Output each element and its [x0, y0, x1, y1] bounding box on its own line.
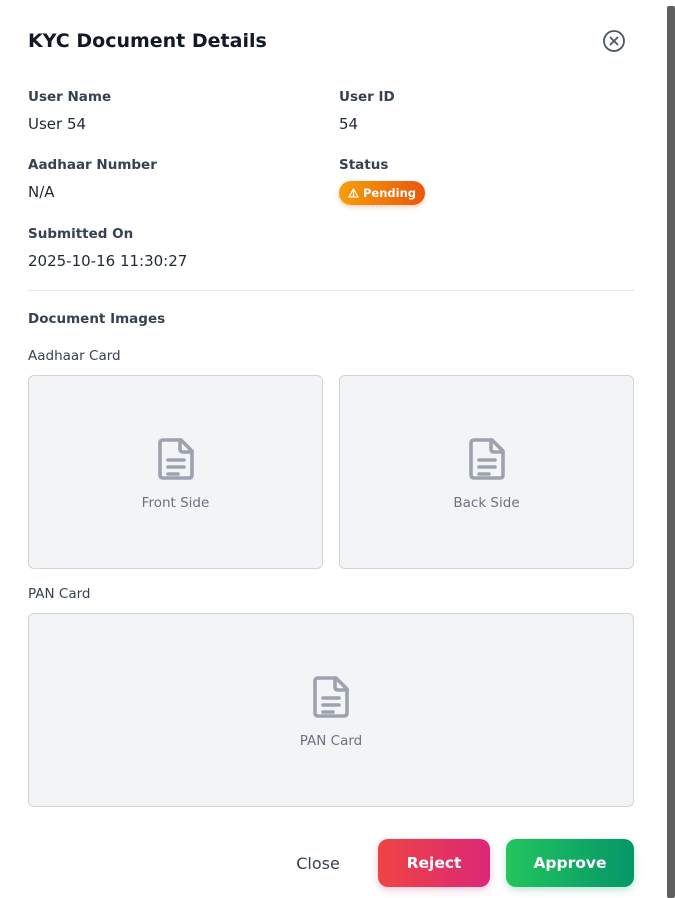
status-badge-text: Pending [362, 186, 416, 200]
scrollbar-thumb[interactable] [667, 6, 675, 898]
status-label: Status [339, 157, 389, 173]
user-name-value: User 54 [28, 115, 87, 133]
document-images-heading: Document Images [28, 311, 166, 327]
submitted-on-label: Submitted On [28, 226, 134, 242]
user-name-label: User Name [28, 89, 112, 105]
aadhaar-number-label: Aadhaar Number [28, 157, 157, 173]
user-id-label: User ID [339, 89, 395, 105]
modal-title: KYC Document Details [28, 30, 267, 52]
aadhaar-back-image[interactable]: Back Side [339, 375, 634, 569]
status-badge: Pending [339, 181, 425, 205]
pan-card-image[interactable]: PAN Card [28, 613, 634, 807]
aadhaar-card-label: Aadhaar Card [28, 348, 121, 364]
close-button[interactable]: Close [278, 839, 358, 887]
document-icon [313, 675, 349, 718]
warning-triangle-icon [348, 188, 359, 198]
aadhaar-front-caption: Front Side [141, 494, 210, 511]
close-icon[interactable] [602, 29, 626, 53]
aadhaar-number-value: N/A [28, 183, 55, 201]
submitted-on-value: 2025-10-16 11:30:27 [28, 252, 188, 270]
aadhaar-back-caption: Back Side [453, 494, 520, 511]
kyc-details-modal: KYC Document Details User Name User 54 U… [0, 0, 666, 898]
aadhaar-front-image[interactable]: Front Side [28, 375, 323, 569]
approve-button[interactable]: Approve [506, 839, 634, 887]
pan-card-caption: PAN Card [299, 732, 363, 749]
pan-card-label: PAN Card [28, 586, 91, 602]
user-id-value: 54 [339, 115, 359, 133]
document-icon [468, 437, 505, 480]
section-divider [28, 290, 634, 291]
reject-button[interactable]: Reject [378, 839, 490, 887]
scrollbar[interactable] [666, 0, 675, 898]
document-icon [157, 437, 194, 480]
